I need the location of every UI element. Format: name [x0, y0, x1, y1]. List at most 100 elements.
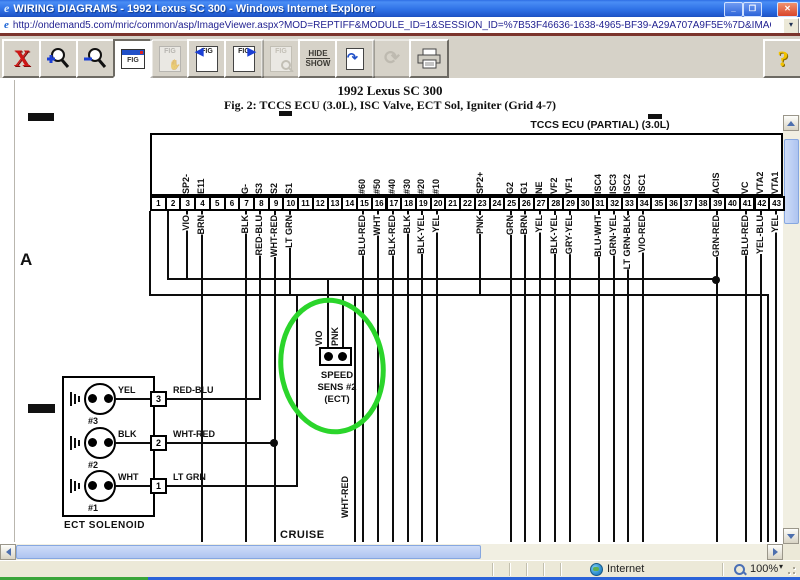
wire-color-label: YEL — [431, 215, 442, 233]
ecu-pin-label: #20 — [416, 179, 427, 194]
wire-color-label: BLK-RED — [387, 215, 398, 256]
scan-mark — [28, 404, 55, 413]
wire-segment — [166, 485, 298, 487]
wire-segment — [569, 211, 571, 542]
grid-letter: A — [20, 250, 32, 270]
ecu-pin-label: SP2- — [181, 174, 192, 194]
fig-next-button[interactable]: ▶FIG — [224, 39, 264, 78]
hide-show-icon: HIDESHOW — [306, 49, 331, 68]
wire-segment — [149, 211, 151, 296]
zoom-magnifier-icon — [734, 564, 745, 575]
ecu-pin-label: ISC2 — [622, 174, 633, 194]
solenoid-terminal — [104, 481, 113, 490]
wire-segment — [421, 211, 423, 542]
rotate-button[interactable]: ↷ — [335, 39, 375, 78]
left-arrow-icon — [6, 548, 11, 556]
solenoid-terminal — [104, 438, 113, 447]
right-arrow-icon — [773, 548, 778, 556]
wire-segment — [716, 211, 718, 542]
connector-pin-3: 3 — [150, 391, 167, 407]
ecu-pin-label: S2 — [269, 183, 280, 194]
viewer-toolbar: XFIGFIG✋◀FIG▶FIGFIGHIDESHOW↷⟳ — [0, 36, 800, 79]
wire-segment — [116, 485, 152, 487]
restore-button[interactable]: ❐ — [743, 2, 762, 17]
scan-mark — [28, 113, 54, 121]
previous-figure-icon: ◀FIG — [196, 46, 218, 72]
ecu-pin-label: #60 — [357, 179, 368, 194]
refresh-button: ⟳ — [372, 39, 412, 78]
help-icon: ? — [778, 46, 789, 72]
wire-color-label: GRN — [505, 215, 516, 235]
scroll-left-button[interactable] — [0, 544, 16, 560]
fig-select-button: FIG✋ — [150, 39, 190, 78]
wire-color-label: YEL — [770, 215, 781, 233]
zoom-in-icon — [45, 46, 73, 72]
wire-color-label: BLK — [402, 215, 413, 234]
wire-color-label: BLU-RED — [357, 215, 368, 256]
solenoid-wave-icon — [78, 440, 80, 446]
wire-segment — [201, 211, 203, 542]
ecu-pin-label: ISC3 — [608, 174, 619, 194]
wire-color-label: BRN — [196, 215, 207, 235]
zoom-dropdown-caret[interactable]: ▾ — [779, 562, 783, 571]
solenoid-terminal — [88, 394, 97, 403]
page-icon: e — [4, 19, 9, 31]
wire-color-label: VIO — [181, 215, 192, 231]
fig-window-button[interactable]: FIG — [113, 39, 153, 78]
zoom-in-button[interactable] — [39, 39, 79, 78]
ecu-wire-label: RED-BLU — [173, 385, 214, 395]
fig-prev-button[interactable]: ◀FIG — [187, 39, 227, 78]
ecu-pin-label: #30 — [402, 179, 413, 194]
wire-segment — [760, 211, 762, 542]
close-button[interactable]: ✕ — [777, 2, 798, 17]
ecu-pin-43: 43 — [768, 196, 785, 211]
scroll-down-button[interactable] — [783, 528, 799, 544]
zoom-out-icon — [82, 46, 110, 72]
solenoid-wave-icon — [78, 483, 80, 489]
address-dropdown-button[interactable]: ▾ — [783, 18, 799, 34]
tccs-ecu-label: TCCS ECU (PARTIAL) (3.0L) — [492, 119, 708, 131]
wire-segment — [116, 398, 152, 400]
cruise-label: CRUISE — [280, 529, 325, 541]
ecu-pin-label: ACIS — [711, 172, 722, 194]
wire-color-label: VIO-RED — [637, 215, 648, 253]
red-x-icon: X — [14, 46, 31, 72]
address-input[interactable]: http://ondemand5.com/mric/common/asp/Ima… — [13, 20, 771, 31]
solenoid-id: #1 — [88, 503, 98, 513]
scroll-right-button[interactable] — [767, 544, 783, 560]
solenoid-terminal — [104, 394, 113, 403]
ecu-pin-label: E11 — [196, 178, 207, 194]
ecu-pin-label: #10 — [431, 179, 442, 194]
browser-window: e WIRING DIAGRAMS - 1992 Lexus SC 300 - … — [0, 0, 800, 580]
wire-segment — [245, 211, 247, 542]
wire-segment — [775, 211, 777, 542]
hide-show-button[interactable]: HIDESHOW — [298, 39, 338, 78]
solenoid-id: #2 — [88, 460, 98, 470]
vertical-scroll-thumb[interactable] — [784, 139, 799, 224]
wire-color-label: BLK — [240, 215, 251, 234]
wire-color-label: YEL — [534, 215, 545, 233]
minimize-button[interactable]: _ — [724, 2, 743, 17]
zoom-out-button[interactable] — [76, 39, 116, 78]
wire-segment — [166, 442, 276, 444]
wire-segment — [407, 211, 409, 542]
next-figure-icon: ▶FIG — [233, 46, 255, 72]
wire-segment — [392, 211, 394, 542]
print-button[interactable] — [409, 39, 449, 78]
horizontal-scroll-thumb[interactable] — [16, 545, 481, 559]
refresh-icon: ⟳ — [384, 47, 400, 70]
wire-color-label: WHT — [372, 215, 383, 236]
wire-segment — [613, 211, 615, 542]
scroll-up-button[interactable] — [783, 115, 799, 131]
wire-segment — [167, 211, 169, 280]
close-viewer-button[interactable]: X — [2, 39, 42, 78]
wire-color-label: YEL-BLU — [755, 215, 766, 254]
solenoid-wave-icon — [78, 396, 80, 402]
solenoid-wave-icon — [70, 436, 72, 450]
diagram-viewport: 1992 Lexus SC 300 Fig. 2: TCCS ECU (3.0L… — [0, 78, 800, 544]
address-bar: e http://ondemand5.com/mric/common/asp/I… — [0, 17, 800, 34]
solenoid-terminal — [88, 438, 97, 447]
help-button[interactable]: ? — [763, 39, 800, 78]
ecu-pin-label: SP2+ — [475, 172, 486, 194]
ecu-pin-label: ISC1 — [637, 174, 648, 194]
